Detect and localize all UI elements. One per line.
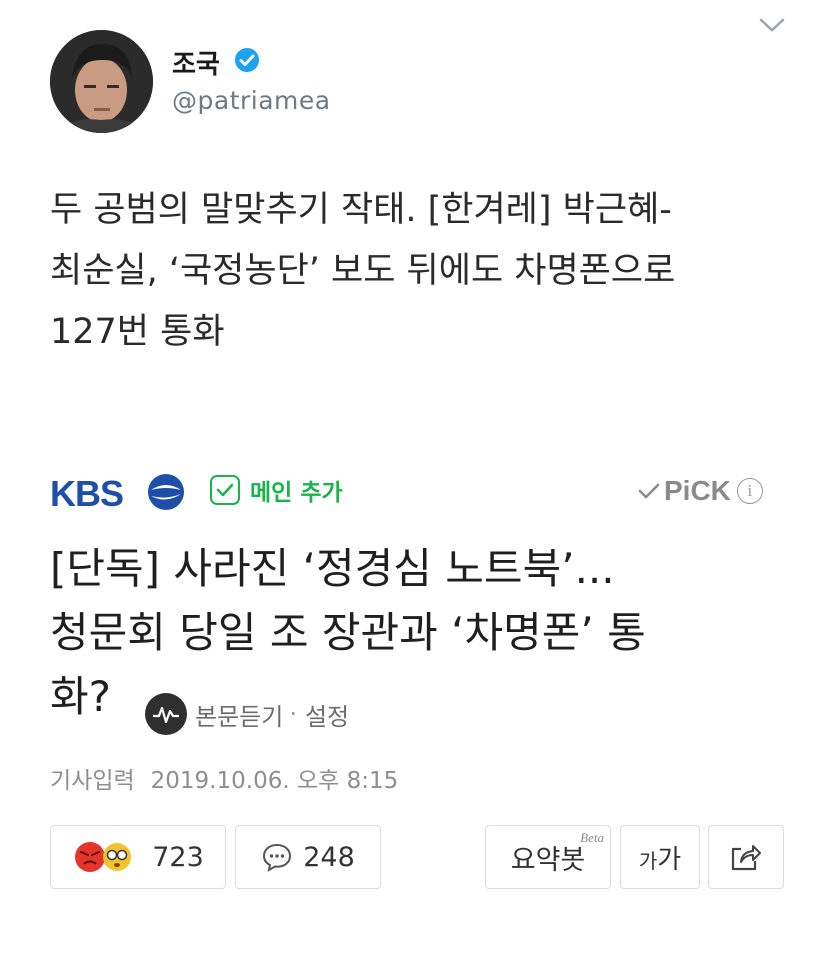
separator: · xyxy=(289,700,297,728)
tweet-text-line: 두 공범의 말맞추기 작태. [한겨레] 박근혜- xyxy=(50,190,672,230)
verified-badge-icon xyxy=(235,48,259,72)
listen-button[interactable]: 본문듣기 xyxy=(195,697,283,732)
add-to-main-label: 메인 추가 xyxy=(250,480,343,506)
comment-count: 248 xyxy=(303,841,355,873)
headline-line: [단독] 사라진 ‘정경심 노트북’... xyxy=(50,544,615,593)
summary-bot-label: 요약봇 xyxy=(510,844,586,876)
comment-bubble-icon xyxy=(263,843,292,872)
avatar-photo xyxy=(50,30,153,133)
settings-link[interactable]: 설정 xyxy=(305,697,349,732)
author-handle[interactable]: @patriamea xyxy=(172,86,331,115)
info-icon[interactable]: i xyxy=(736,478,763,504)
listen-controls: 본문듣기 · 설정 xyxy=(145,693,349,735)
news-article-card: KBS 메인 추가 PiCK i [단독] 사라진 ‘정경심 노트북’... 청… xyxy=(0,455,833,960)
share-icon xyxy=(731,845,761,871)
angry-face-icon xyxy=(75,842,132,872)
checkmark-icon xyxy=(638,483,660,499)
press-logo[interactable]: KBS xyxy=(50,473,124,515)
timestamp-label: 기사입력 xyxy=(50,768,135,794)
reaction-count: 723 xyxy=(152,841,204,873)
share-button[interactable] xyxy=(708,825,784,889)
timestamp-value: 2019.10.06. 오후 8:15 xyxy=(150,768,399,794)
pick-badge[interactable]: PiCK i xyxy=(638,475,763,507)
summary-bot-button[interactable]: 요약봇 Beta xyxy=(485,825,611,889)
tweet-text-line: 127번 통화 xyxy=(50,312,225,352)
kbs-emblem-icon xyxy=(148,474,184,510)
font-small-label: 가 xyxy=(638,848,658,873)
checkbox-icon xyxy=(210,475,240,505)
pick-label: PiCK xyxy=(664,475,731,506)
reaction-button[interactable]: 723 xyxy=(50,825,226,889)
headline-line: 청문회 당일 조 장관과 ‘차명폰’ 통 xyxy=(50,608,646,657)
comment-button[interactable]: 248 xyxy=(235,825,381,889)
article-timestamp: 기사입력 2019.10.06. 오후 8:15 xyxy=(50,761,398,795)
listen-audio-icon[interactable] xyxy=(145,693,187,735)
profile-avatar[interactable] xyxy=(50,30,153,133)
chevron-down-icon[interactable] xyxy=(758,16,786,34)
action-bar: 723 248 요약봇 Beta 가가 xyxy=(0,825,833,895)
add-to-main-button[interactable]: 메인 추가 xyxy=(210,473,343,507)
font-size-button[interactable]: 가가 xyxy=(620,825,700,889)
tweet-text-line: 최순실, ‘국정농단’ 보도 뒤에도 차명폰으로 xyxy=(50,251,676,291)
tweet-card: 조국 @patriamea 두 공범의 말맞추기 작태. [한겨레] 박근혜- … xyxy=(0,0,833,440)
tweet-text: 두 공범의 말맞추기 작태. [한겨레] 박근혜- 최순실, ‘국정농단’ 보도… xyxy=(50,180,810,363)
beta-badge: Beta xyxy=(580,830,604,845)
author-name[interactable]: 조국 xyxy=(172,44,220,81)
font-large-label: 가 xyxy=(657,844,682,875)
